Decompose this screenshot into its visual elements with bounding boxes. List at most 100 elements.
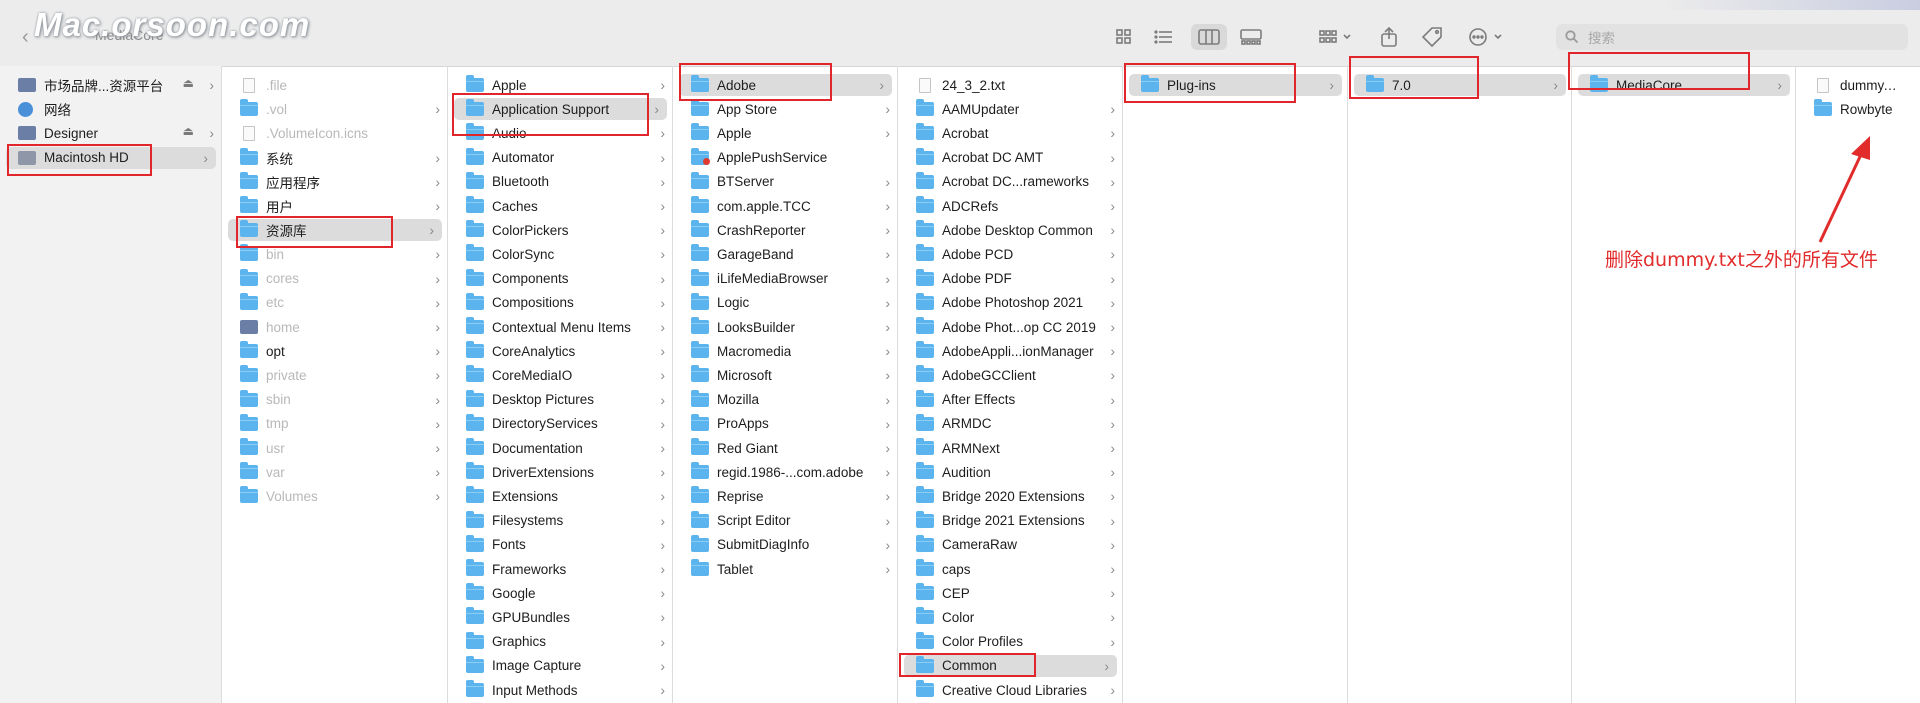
list-item-24-3-2-txt[interactable]: 24_3_2.txt bbox=[898, 74, 1122, 96]
list-item-cores[interactable]: cores › bbox=[222, 268, 447, 290]
list-item-macintosh-hd[interactable]: Macintosh HD › bbox=[6, 146, 216, 169]
list-item-filesystems[interactable]: Filesystems › bbox=[448, 510, 672, 532]
list-item-com-apple-tcc[interactable]: com.apple.TCC › bbox=[673, 195, 897, 217]
list-item-driverextensions[interactable]: DriverExtensions › bbox=[448, 461, 672, 483]
list-item-adobe-phot-op-cc-2019[interactable]: Adobe Phot...op CC 2019 › bbox=[898, 316, 1122, 338]
list-item-volumes[interactable]: Volumes › bbox=[222, 485, 447, 507]
list-item-logic[interactable]: Logic › bbox=[673, 292, 897, 314]
list-item-armnext[interactable]: ARMNext › bbox=[898, 437, 1122, 459]
list-item-desktop-pictures[interactable]: Desktop Pictures › bbox=[448, 389, 672, 411]
back-chevron-icon[interactable]: ‹ bbox=[22, 26, 29, 49]
list-item-acrobat-dc-rameworks[interactable]: Acrobat DC...rameworks › bbox=[898, 171, 1122, 193]
icon-view-button[interactable] bbox=[1110, 24, 1138, 50]
list-item-garageband[interactable]: GarageBand › bbox=[673, 243, 897, 265]
list-item-colorsync[interactable]: ColorSync › bbox=[448, 243, 672, 265]
list-item-color-profiles[interactable]: Color Profiles › bbox=[898, 631, 1122, 653]
list-item-graphics[interactable]: Graphics › bbox=[448, 631, 672, 653]
list-item-市场品牌-资源平台[interactable]: 市场品牌...资源平台 ⏏ › bbox=[0, 74, 221, 96]
list-item-app-store[interactable]: App Store › bbox=[673, 98, 897, 120]
list-item-apple[interactable]: Apple › bbox=[448, 74, 672, 96]
list-item-sbin[interactable]: sbin › bbox=[222, 389, 447, 411]
list-item-volumeicon-icns[interactable]: .VolumeIcon.icns bbox=[222, 122, 447, 144]
list-item-crashreporter[interactable]: CrashReporter › bbox=[673, 219, 897, 241]
list-item-dummy-txt[interactable]: dummy.txt bbox=[1796, 74, 1920, 96]
list-item-regid-1986-com-adobe[interactable]: regid.1986-...com.adobe › bbox=[673, 461, 897, 483]
list-item-colorpickers[interactable]: ColorPickers › bbox=[448, 219, 672, 241]
list-item-input-methods[interactable]: Input Methods › bbox=[448, 679, 672, 701]
list-item-adobe[interactable]: Adobe › bbox=[679, 74, 892, 96]
eject-icon[interactable]: ⏏ bbox=[183, 124, 194, 138]
list-item-coremediaio[interactable]: CoreMediaIO › bbox=[448, 364, 672, 386]
list-item-armdc[interactable]: ARMDC › bbox=[898, 413, 1122, 435]
tag-button[interactable] bbox=[1419, 24, 1445, 50]
list-item-audition[interactable]: Audition › bbox=[898, 461, 1122, 483]
list-item-aamupdater[interactable]: AAMUpdater › bbox=[898, 98, 1122, 120]
share-button[interactable] bbox=[1376, 24, 1402, 50]
list-item-image-capture[interactable]: Image Capture › bbox=[448, 655, 672, 677]
list-item-creative-cloud-libraries[interactable]: Creative Cloud Libraries › bbox=[898, 679, 1122, 701]
list-item-ilifemediabrowser[interactable]: iLifeMediaBrowser › bbox=[673, 268, 897, 290]
list-item-mediacore[interactable]: MediaCore › bbox=[1578, 74, 1790, 96]
list-item-google[interactable]: Google › bbox=[448, 582, 672, 604]
list-item-gpubundles[interactable]: GPUBundles › bbox=[448, 606, 672, 628]
list-item-coreanalytics[interactable]: CoreAnalytics › bbox=[448, 340, 672, 362]
list-item-apple[interactable]: Apple › bbox=[673, 122, 897, 144]
list-item-home[interactable]: home › bbox=[222, 316, 447, 338]
list-item-tmp[interactable]: tmp › bbox=[222, 413, 447, 435]
list-item-caps[interactable]: caps › bbox=[898, 558, 1122, 580]
list-item-looksbuilder[interactable]: LooksBuilder › bbox=[673, 316, 897, 338]
list-item-rowbyte[interactable]: Rowbyte bbox=[1796, 98, 1920, 120]
list-item-common[interactable]: Common › bbox=[904, 654, 1117, 677]
eject-icon[interactable]: ⏏ bbox=[183, 76, 194, 90]
list-item-adobe-desktop-common[interactable]: Adobe Desktop Common › bbox=[898, 219, 1122, 241]
list-item-bridge-2021-extensions[interactable]: Bridge 2021 Extensions › bbox=[898, 510, 1122, 532]
list-item-directoryservices[interactable]: DirectoryServices › bbox=[448, 413, 672, 435]
list-item-contextual-menu-items[interactable]: Contextual Menu Items › bbox=[448, 316, 672, 338]
list-item-etc[interactable]: etc › bbox=[222, 292, 447, 314]
list-item-applepushservice[interactable]: ApplePushService bbox=[673, 147, 897, 169]
list-item-after-effects[interactable]: After Effects › bbox=[898, 389, 1122, 411]
group-button[interactable] bbox=[1316, 24, 1358, 50]
list-item-adobe-pdf[interactable]: Adobe PDF › bbox=[898, 268, 1122, 290]
list-item-fonts[interactable]: Fonts › bbox=[448, 534, 672, 556]
list-item-audio[interactable]: Audio › bbox=[448, 122, 672, 144]
list-item-tablet[interactable]: Tablet › bbox=[673, 558, 897, 580]
list-item-mozilla[interactable]: Mozilla › bbox=[673, 389, 897, 411]
list-item-automator[interactable]: Automator › bbox=[448, 147, 672, 169]
list-item-private[interactable]: private › bbox=[222, 364, 447, 386]
list-view-button[interactable] bbox=[1150, 24, 1178, 50]
list-item-caches[interactable]: Caches › bbox=[448, 195, 672, 217]
list-item-应用程序[interactable]: 应用程序 › bbox=[222, 171, 447, 193]
gallery-view-button[interactable] bbox=[1236, 24, 1266, 50]
list-item-adobe-pcd[interactable]: Adobe PCD › bbox=[898, 243, 1122, 265]
list-item-red-giant[interactable]: Red Giant › bbox=[673, 437, 897, 459]
list-item-vol[interactable]: .vol › bbox=[222, 98, 447, 120]
search-input[interactable] bbox=[1586, 28, 1890, 48]
search-field[interactable] bbox=[1556, 24, 1908, 50]
more-button[interactable] bbox=[1466, 24, 1508, 50]
list-item-bridge-2020-extensions[interactable]: Bridge 2020 Extensions › bbox=[898, 485, 1122, 507]
list-item-cameraraw[interactable]: CameraRaw › bbox=[898, 534, 1122, 556]
list-item-cep[interactable]: CEP › bbox=[898, 582, 1122, 604]
list-item-bluetooth[interactable]: Bluetooth › bbox=[448, 171, 672, 193]
list-item-macromedia[interactable]: Macromedia › bbox=[673, 340, 897, 362]
list-item-用户[interactable]: 用户 › bbox=[222, 195, 447, 217]
list-item-application-support[interactable]: Application Support › bbox=[454, 98, 667, 121]
list-item-reprise[interactable]: Reprise › bbox=[673, 485, 897, 507]
list-item-designer[interactable]: Designer ⏏ › bbox=[0, 122, 221, 144]
list-item-btserver[interactable]: BTServer › bbox=[673, 171, 897, 193]
list-item-7-0[interactable]: 7.0 › bbox=[1354, 74, 1566, 96]
list-item-acrobat-dc-amt[interactable]: Acrobat DC AMT › bbox=[898, 147, 1122, 169]
list-item-系统[interactable]: 系统 › bbox=[222, 147, 447, 169]
list-item-microsoft[interactable]: Microsoft › bbox=[673, 364, 897, 386]
list-item-adobegcclient[interactable]: AdobeGCClient › bbox=[898, 364, 1122, 386]
list-item-adobeappli-ionmanager[interactable]: AdobeAppli...ionManager › bbox=[898, 340, 1122, 362]
list-item-submitdiaginfo[interactable]: SubmitDiagInfo › bbox=[673, 534, 897, 556]
list-item-opt[interactable]: opt › bbox=[222, 340, 447, 362]
list-item-file[interactable]: .file bbox=[222, 74, 447, 96]
list-item-plug-ins[interactable]: Plug-ins › bbox=[1129, 74, 1342, 96]
list-item-extensions[interactable]: Extensions › bbox=[448, 485, 672, 507]
list-item-acrobat[interactable]: Acrobat › bbox=[898, 122, 1122, 144]
list-item-网络[interactable]: 网络 bbox=[0, 98, 221, 120]
list-item-documentation[interactable]: Documentation › bbox=[448, 437, 672, 459]
